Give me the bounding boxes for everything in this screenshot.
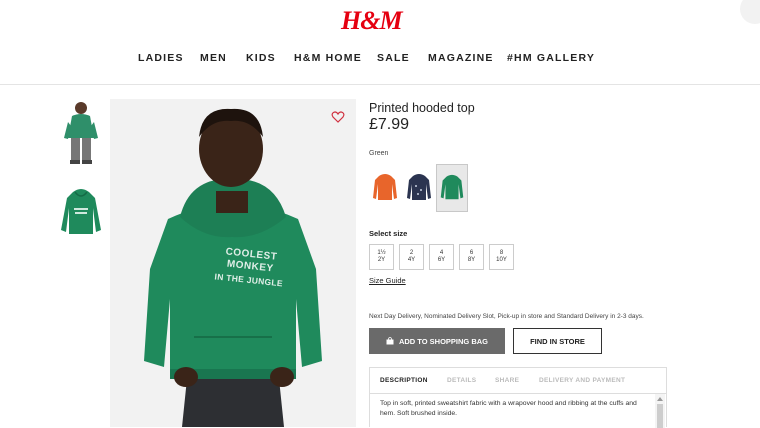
corner-decoration bbox=[740, 0, 760, 24]
size-option-4y[interactable]: 2 4Y bbox=[399, 244, 424, 270]
product-description: Top in soft, printed sweatshirt fabric w… bbox=[380, 400, 637, 417]
size-option-6y[interactable]: 4 6Y bbox=[429, 244, 454, 270]
tab-description[interactable]: DESCRIPTION bbox=[380, 377, 428, 384]
product-thumbnail-hoodie[interactable] bbox=[59, 186, 103, 254]
description-scrollbar[interactable] bbox=[655, 394, 665, 428]
product-price: £7.99 bbox=[369, 116, 410, 133]
hm-logo[interactable]: H&M bbox=[341, 4, 403, 38]
size-option-10y[interactable]: 8 10Y bbox=[489, 244, 514, 270]
product-title: Printed hooded top bbox=[369, 101, 475, 115]
site-header: H&M LADIES MEN KIDS H&M HOME SALE MAGAZI… bbox=[0, 0, 760, 85]
color-label: Green bbox=[369, 150, 389, 157]
nav-item-hm-home[interactable]: H&M HOME bbox=[294, 52, 362, 64]
add-to-bag-button[interactable]: ADD TO SHOPPING BAG bbox=[369, 328, 505, 354]
nav-item-magazine[interactable]: MAGAZINE bbox=[428, 52, 494, 64]
nav-item-men[interactable]: MEN bbox=[200, 52, 227, 64]
product-main-image[interactable]: COOLEST MONKEY IN THE JUNGLE bbox=[110, 99, 356, 427]
swatch-navy[interactable] bbox=[403, 164, 435, 212]
shopping-bag-icon bbox=[386, 337, 394, 345]
swatch-orange[interactable] bbox=[369, 164, 401, 212]
size-option-2y[interactable]: 1½ 2Y bbox=[369, 244, 394, 270]
product-thumbnail-model[interactable] bbox=[59, 100, 103, 168]
find-in-store-button[interactable]: FIND IN STORE bbox=[513, 328, 602, 354]
swatch-green-selected[interactable] bbox=[436, 164, 468, 212]
product-info-tabs: DESCRIPTION DETAILS SHARE DELIVERY AND P… bbox=[369, 367, 667, 428]
nav-item-kids[interactable]: KIDS bbox=[246, 52, 276, 64]
size-guide-link[interactable]: Size Guide bbox=[369, 276, 406, 285]
delivery-info: Next Day Delivery, Nominated Delivery Sl… bbox=[369, 313, 644, 320]
size-option-8y[interactable]: 6 8Y bbox=[459, 244, 484, 270]
nav-item-hm-gallery[interactable]: #HM GALLERY bbox=[507, 52, 595, 64]
main-nav: LADIES MEN KIDS H&M HOME SALE MAGAZINE #… bbox=[0, 52, 760, 68]
tab-divider bbox=[370, 393, 666, 394]
tab-details[interactable]: DETAILS bbox=[447, 377, 476, 384]
scrollbar-thumb[interactable] bbox=[657, 404, 663, 428]
tab-share[interactable]: SHARE bbox=[495, 377, 519, 384]
scroll-up-icon[interactable] bbox=[657, 397, 663, 401]
select-size-label: Select size bbox=[369, 229, 408, 238]
tab-delivery-and-payment[interactable]: DELIVERY AND PAYMENT bbox=[539, 377, 625, 384]
add-to-bag-label: ADD TO SHOPPING BAG bbox=[398, 336, 489, 346]
nav-item-sale[interactable]: SALE bbox=[377, 52, 410, 64]
favorite-heart-icon[interactable] bbox=[331, 110, 345, 124]
nav-item-ladies[interactable]: LADIES bbox=[138, 52, 184, 64]
